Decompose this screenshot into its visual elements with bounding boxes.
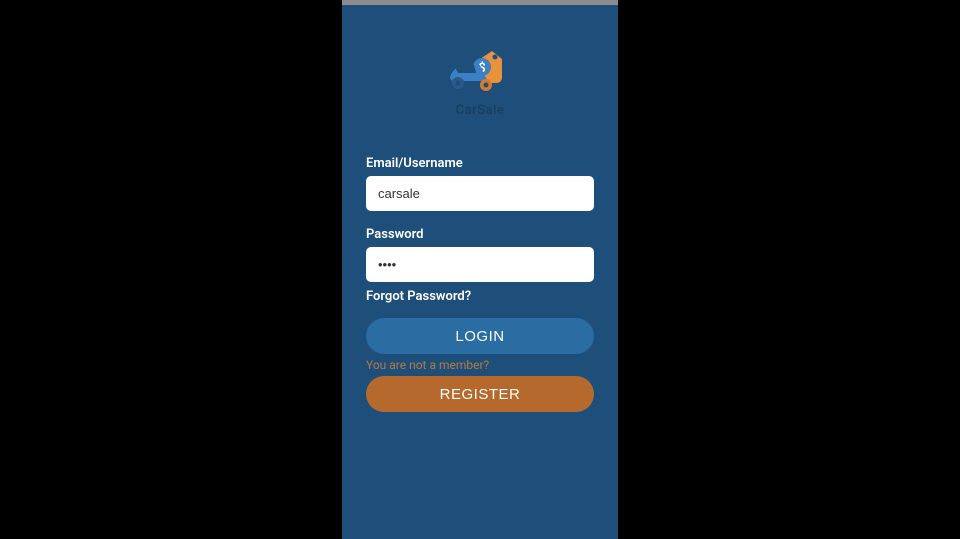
email-label: Email/Username	[366, 156, 594, 171]
password-label: Password	[366, 227, 594, 242]
forgot-password-link[interactable]: Forgot Password?	[366, 289, 594, 304]
login-button[interactable]: LOGIN	[366, 318, 594, 354]
register-button[interactable]: REGISTER	[366, 376, 594, 412]
brand-name: CarSale	[456, 103, 505, 118]
password-field[interactable]	[366, 247, 594, 282]
email-field[interactable]	[366, 176, 594, 211]
carsale-logo-icon: $	[444, 47, 516, 97]
not-member-label: You are not a member?	[366, 358, 594, 372]
logo-section: $ CarSale	[366, 47, 594, 118]
phone-frame: $ CarSale Email/Username Password Forgot…	[342, 0, 618, 539]
login-screen: $ CarSale Email/Username Password Forgot…	[342, 5, 618, 539]
